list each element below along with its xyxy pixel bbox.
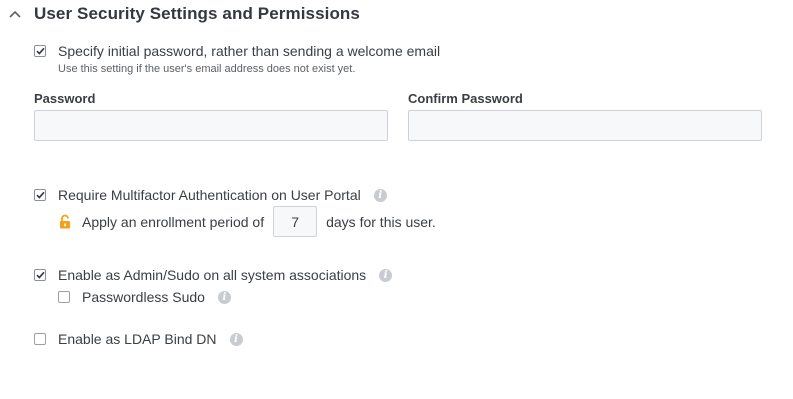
mfa-label: Require Multifactor Authentication on Us… bbox=[58, 187, 361, 203]
admin-sudo-label: Enable as Admin/Sudo on all system assoc… bbox=[58, 267, 367, 283]
initial-password-help: Use this setting if the user's email add… bbox=[58, 63, 356, 75]
confirm-password-label: Confirm Password bbox=[408, 91, 523, 106]
password-input[interactable] bbox=[34, 110, 388, 141]
checkmark-icon bbox=[35, 271, 45, 279]
enrollment-days-input[interactable]: 7 bbox=[273, 206, 318, 237]
password-label: Password bbox=[34, 91, 96, 106]
passwordless-sudo-label: Passwordless Sudo bbox=[82, 289, 205, 305]
checkmark-icon bbox=[35, 47, 45, 55]
mfa-checkbox[interactable] bbox=[34, 189, 46, 201]
ldap-bind-info-icon[interactable]: i bbox=[229, 332, 243, 346]
mfa-row: Require Multifactor Authentication on Us… bbox=[34, 187, 387, 203]
ldap-bind-row: Enable as LDAP Bind DN i bbox=[34, 331, 243, 347]
initial-password-row: Specify initial password, rather than se… bbox=[34, 43, 440, 59]
ldap-bind-label: Enable as LDAP Bind DN bbox=[58, 331, 217, 347]
enrollment-row: Apply an enrollment period of 7 days for… bbox=[58, 206, 436, 237]
initial-password-checkbox[interactable] bbox=[34, 45, 46, 57]
passwordless-sudo-checkbox[interactable] bbox=[58, 291, 70, 303]
section-title: User Security Settings and Permissions bbox=[34, 4, 360, 23]
lock-icon bbox=[58, 214, 72, 230]
admin-sudo-checkbox[interactable] bbox=[34, 269, 46, 281]
admin-sudo-row: Enable as Admin/Sudo on all system assoc… bbox=[34, 267, 393, 283]
ldap-bind-checkbox[interactable] bbox=[34, 333, 46, 345]
checkmark-icon bbox=[35, 191, 45, 199]
mfa-info-icon[interactable]: i bbox=[373, 188, 387, 202]
section-header[interactable]: User Security Settings and Permissions bbox=[8, 3, 360, 25]
enrollment-prefix: Apply an enrollment period of bbox=[82, 213, 265, 230]
admin-sudo-info-icon[interactable]: i bbox=[379, 268, 393, 282]
confirm-password-input[interactable] bbox=[408, 110, 762, 141]
initial-password-label: Specify initial password, rather than se… bbox=[58, 43, 441, 59]
passwordless-sudo-row: Passwordless Sudo i bbox=[58, 289, 231, 305]
enrollment-suffix: days for this user. bbox=[326, 213, 436, 230]
chevron-up-icon[interactable] bbox=[8, 7, 22, 21]
passwordless-sudo-info-icon[interactable]: i bbox=[217, 290, 231, 304]
